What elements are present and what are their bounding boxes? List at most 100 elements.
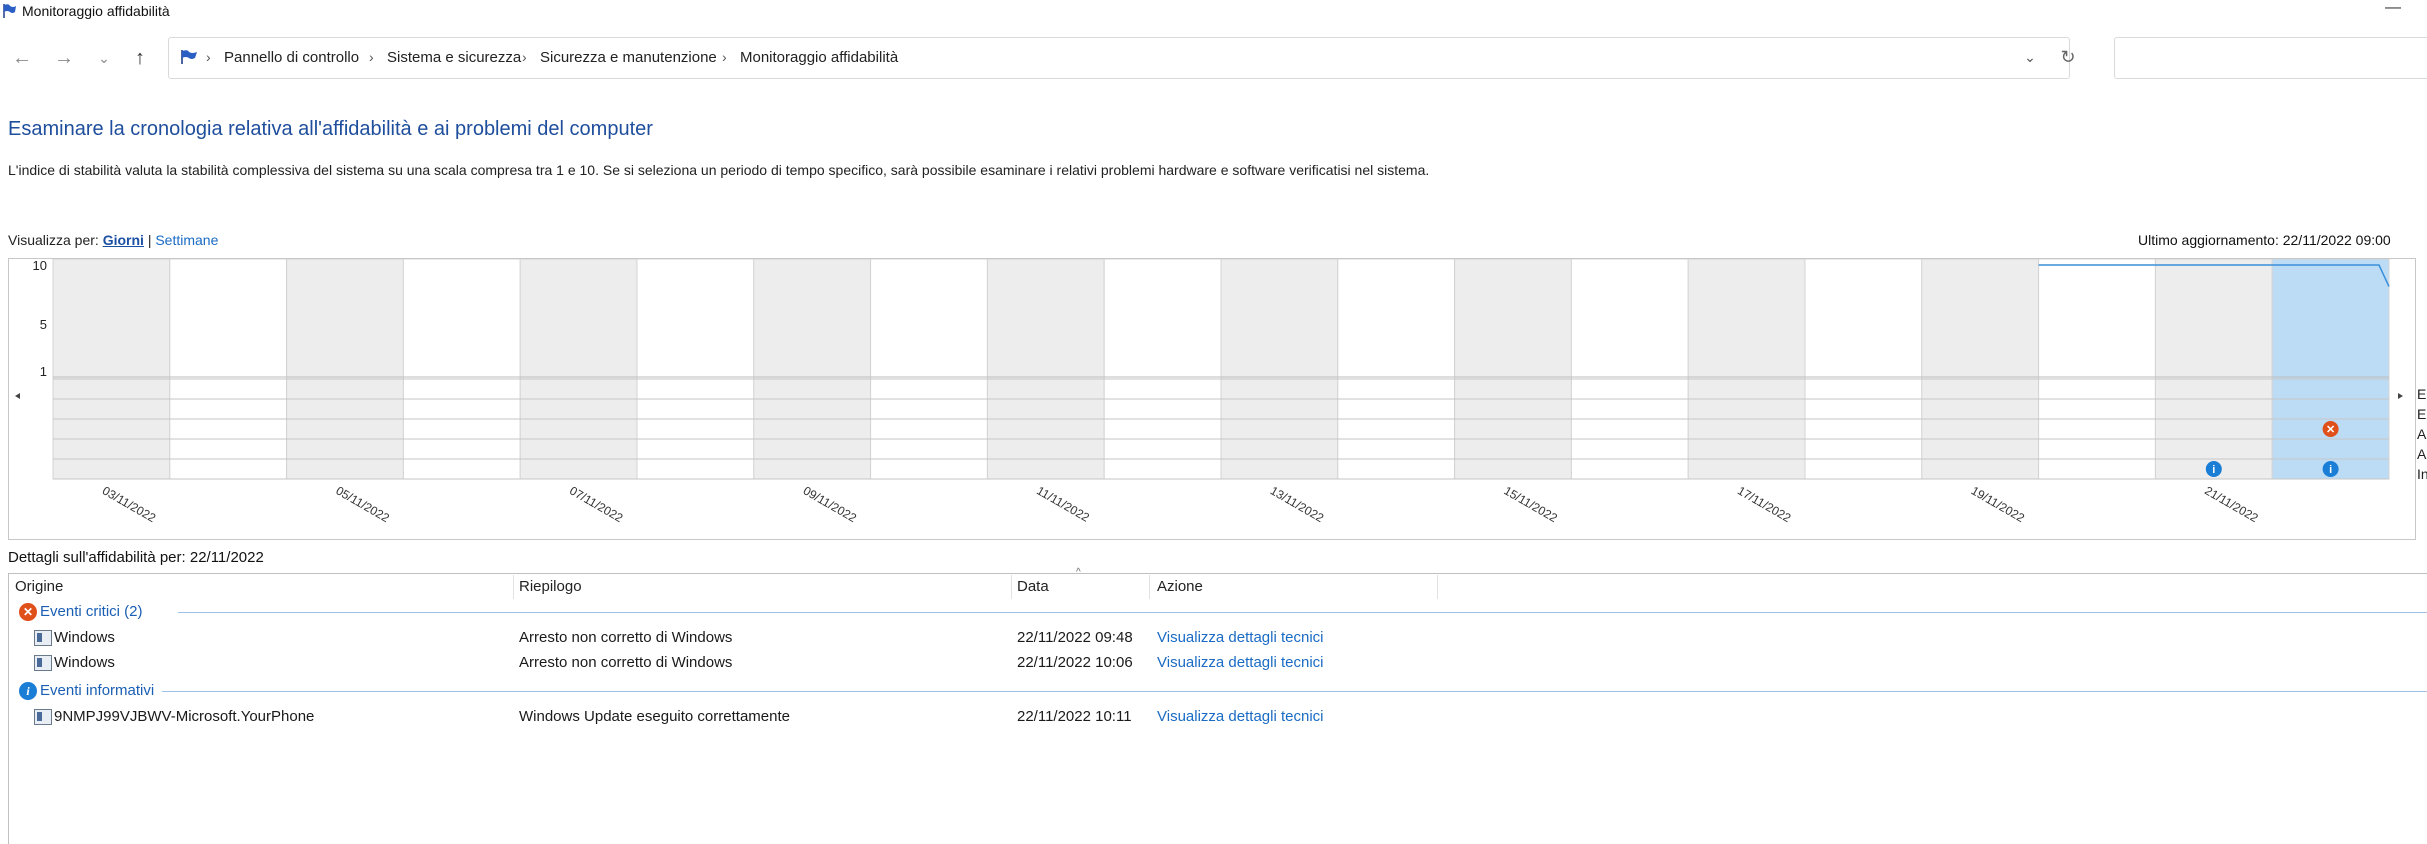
recent-locations-button[interactable]: ⌄ xyxy=(90,44,118,72)
chart-day-column[interactable] xyxy=(1103,259,1222,480)
chart-day-column[interactable] xyxy=(52,259,171,480)
column-header-riepilogo[interactable]: Riepilogo xyxy=(519,578,582,595)
address-bar[interactable]: › Pannello di controllo › Sistema e sicu… xyxy=(168,37,2076,79)
chart-day-column[interactable] xyxy=(519,259,638,480)
group-header-info-events[interactable]: Eventi informativi xyxy=(40,682,154,699)
page-heading: Esaminare la cronologia relativa all'aff… xyxy=(8,118,653,140)
legend-row: Er xyxy=(2417,386,2427,402)
up-button[interactable]: ↑ xyxy=(126,44,154,72)
legend-row: Er xyxy=(2417,406,2427,422)
back-button[interactable]: ← xyxy=(8,44,36,72)
view-by-label: Visualizza per: xyxy=(8,232,99,248)
group-divider xyxy=(178,612,2427,613)
window-title: Monitoraggio affidabilità xyxy=(22,3,170,19)
breadcrumb-monitoraggio-affidabilita[interactable]: Monitoraggio affidabilità xyxy=(740,49,898,66)
column-divider[interactable] xyxy=(1011,575,1012,599)
row-summary: Arresto non corretto di Windows xyxy=(519,654,733,671)
group-divider xyxy=(162,691,2427,692)
scroll-left-icon[interactable] xyxy=(15,393,20,399)
breadcrumb-sicurezza-e-manutenzione[interactable]: Sicurezza e manutenzione xyxy=(540,49,717,66)
arrow-right-icon: → xyxy=(54,47,74,69)
info-icon: i xyxy=(19,682,37,700)
column-header-azione[interactable]: Azione xyxy=(1157,578,1203,595)
breadcrumb-separator: › xyxy=(722,49,727,65)
arrow-left-icon: ← xyxy=(12,47,32,69)
chart-day-column[interactable] xyxy=(1220,259,1339,480)
breadcrumb-sistema-e-sicurezza[interactable]: Sistema e sicurezza xyxy=(387,49,521,66)
x-date-label: 03/11/2022 xyxy=(100,483,159,525)
column-header-data[interactable]: Data xyxy=(1017,578,1049,595)
group-header-critical-events[interactable]: Eventi critici (2) xyxy=(40,603,143,620)
breadcrumb-separator: › xyxy=(522,49,527,65)
x-date-label: 21/11/2022 xyxy=(2202,483,2261,525)
reliability-chart-canvas[interactable]: 10 5 1 ✕ i i 03/11/2022 05/11/2022 07/11/2022 09/… xyxy=(9,259,2415,539)
minimize-button[interactable]: — xyxy=(2380,0,2406,20)
chart-day-column[interactable] xyxy=(286,259,404,480)
sort-ascending-icon: ^ xyxy=(1076,567,1081,578)
chart-day-column[interactable] xyxy=(986,259,1105,480)
chart-day-column[interactable] xyxy=(1337,259,1456,480)
x-date-label: 09/11/2022 xyxy=(801,483,860,525)
info-event-marker-glyph: i xyxy=(2212,464,2215,476)
chart-day-column[interactable] xyxy=(2038,259,2156,480)
chart-day-column[interactable] xyxy=(169,259,288,480)
critical-x-icon: ✕ xyxy=(19,603,37,621)
chart-day-column[interactable] xyxy=(1687,259,1806,480)
legend-row: A xyxy=(2417,446,2427,462)
application-icon xyxy=(34,655,52,671)
row-summary: Arresto non corretto di Windows xyxy=(519,629,733,646)
x-date-label: 11/11/2022 xyxy=(1034,483,1092,524)
row-source: Windows xyxy=(54,629,115,646)
chart-day-column[interactable] xyxy=(753,259,872,480)
chart-day-column[interactable] xyxy=(1921,259,2040,480)
column-divider[interactable] xyxy=(513,575,514,599)
search-input[interactable] xyxy=(2114,37,2427,79)
column-divider[interactable] xyxy=(1149,575,1150,599)
x-date-label: 05/11/2022 xyxy=(334,483,393,525)
view-weeks-link[interactable]: Settimane xyxy=(155,232,218,248)
legend-row: In xyxy=(2417,466,2427,482)
forward-button[interactable]: → xyxy=(50,44,78,72)
page-description: L'indice di stabilità valuta la stabilit… xyxy=(8,162,1430,178)
view-separator: | xyxy=(147,232,152,248)
column-divider[interactable] xyxy=(1437,575,1438,599)
column-header-origine[interactable]: Origine xyxy=(15,578,63,595)
view-days-link[interactable]: Giorni xyxy=(103,232,144,248)
scroll-right-icon[interactable] xyxy=(2398,393,2403,399)
chart-day-column[interactable] xyxy=(2154,259,2273,480)
application-icon xyxy=(34,709,52,725)
y-tick-label: 1 xyxy=(40,364,47,379)
chart-day-column[interactable] xyxy=(1570,259,1689,480)
x-date-label: 17/11/2022 xyxy=(1735,483,1794,525)
breadcrumb-pannello-di-controllo[interactable]: Pannello di controllo xyxy=(224,49,359,66)
refresh-button[interactable]: ↻ xyxy=(2057,46,2079,68)
application-icon xyxy=(34,630,52,646)
y-tick-label: 10 xyxy=(33,259,47,273)
x-date-label: 15/11/2022 xyxy=(1502,483,1561,525)
row-date: 22/11/2022 09:48 xyxy=(1017,629,1133,646)
reliability-chart[interactable]: 10 5 1 ✕ i i 03/11/2022 05/11/2022 07/11/2022 09/… xyxy=(8,258,2416,540)
chart-day-column[interactable] xyxy=(870,259,988,480)
view-technical-details-link[interactable]: Visualizza dettagli tecnici xyxy=(1157,708,1323,725)
breadcrumb-separator: › xyxy=(206,49,211,65)
view-technical-details-link[interactable]: Visualizza dettagli tecnici xyxy=(1157,654,1323,671)
control-panel-flag-icon xyxy=(181,50,197,64)
row-date: 22/11/2022 10:06 xyxy=(1017,654,1133,671)
chart-day-column[interactable] xyxy=(1804,259,1923,480)
chart-day-column[interactable] xyxy=(636,259,755,480)
view-technical-details-link[interactable]: Visualizza dettagli tecnici xyxy=(1157,629,1323,646)
chart-day-column[interactable] xyxy=(1454,259,1572,480)
chart-day-column[interactable] xyxy=(402,259,521,480)
x-date-label: 07/11/2022 xyxy=(567,483,626,525)
row-source: 9NMPJ99VJBWV-Microsoft.YourPhone xyxy=(54,708,315,725)
x-date-label: 13/11/2022 xyxy=(1268,483,1327,525)
chart-legend-truncated: Er Er A A In xyxy=(2417,384,2427,484)
address-history-dropdown[interactable]: ⌄ xyxy=(2019,46,2041,68)
refresh-icon: ↻ xyxy=(2060,47,2076,67)
row-date: 22/11/2022 10:11 xyxy=(1017,708,1132,725)
chevron-down-icon: ⌄ xyxy=(2024,49,2036,65)
last-update-label: Ultimo aggiornamento: 22/11/2022 09:00 xyxy=(2138,232,2391,248)
chart-day-column xyxy=(2271,259,2390,480)
view-by-selector: Visualizza per: Giorni | Settimane xyxy=(8,232,218,248)
breadcrumb-separator: › xyxy=(369,49,374,65)
